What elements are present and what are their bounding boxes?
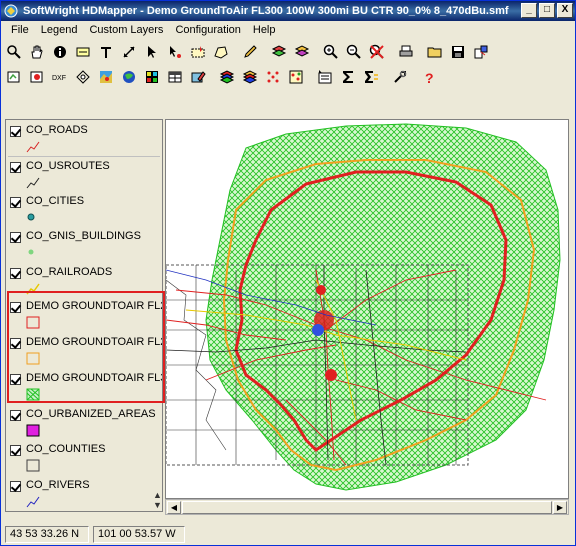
grid-icon[interactable]	[72, 66, 94, 88]
legend-layer-co-rivers[interactable]: CO_RIVERS	[6, 477, 162, 511]
image-edit-icon[interactable]	[187, 66, 209, 88]
layer-name: CO_USROUTES	[26, 160, 110, 172]
layer-stack-icon[interactable]	[216, 66, 238, 88]
toolbar-layers: DXF ?	[3, 65, 441, 89]
close-button[interactable]: X	[557, 3, 573, 18]
menu-bar: File Legend Custom Layers Configuration …	[1, 21, 575, 39]
layer-visibility-checkbox[interactable]	[10, 268, 21, 279]
pencil-icon[interactable]	[239, 41, 261, 63]
minimize-button[interactable]: _	[521, 3, 537, 18]
legend-layer-co-usroutes[interactable]: CO_USROUTES	[6, 158, 162, 194]
svg-text:DXF: DXF	[52, 75, 66, 82]
export-icon[interactable]	[470, 41, 492, 63]
label-icon[interactable]	[72, 41, 94, 63]
map-vertical-scrollbar[interactable]	[569, 119, 574, 515]
color-map-icon[interactable]	[95, 66, 117, 88]
open-folder-icon[interactable]	[424, 41, 446, 63]
river-line-icon	[26, 496, 40, 508]
zoom-icon[interactable]	[3, 41, 25, 63]
legend-layer-co-gnis-buildings[interactable]: CO_GNIS_BUILDINGS	[6, 228, 162, 264]
layers-remove-icon[interactable]	[291, 41, 313, 63]
layer-name: CO_URBANIZED_AREAS	[26, 408, 156, 420]
image-grid-icon[interactable]	[141, 66, 163, 88]
layer-list-icon[interactable]	[314, 66, 336, 88]
layer-visibility-checkbox[interactable]	[10, 232, 21, 243]
polygon-select-icon[interactable]	[210, 41, 232, 63]
gray-box-icon	[26, 459, 40, 472]
layer-name: CO_RAILROADS	[26, 266, 113, 278]
globe-icon[interactable]	[118, 66, 140, 88]
layers-add-icon[interactable]	[268, 41, 290, 63]
layer-stop-icon[interactable]	[26, 66, 48, 88]
layer-visibility-checkbox[interactable]	[10, 445, 21, 456]
print-icon[interactable]	[395, 41, 417, 63]
layer-visibility-checkbox[interactable]	[10, 197, 21, 208]
road-line-icon	[26, 141, 40, 153]
point-scatter-icon[interactable]	[285, 66, 307, 88]
layer-name: CO_ROADS	[26, 124, 88, 136]
zoom-out-icon[interactable]	[343, 41, 365, 63]
info-icon[interactable]	[49, 41, 71, 63]
layer-properties-icon[interactable]	[3, 66, 25, 88]
layer-name: CO_COUNTIES	[26, 443, 106, 455]
point-cluster-icon[interactable]	[262, 66, 284, 88]
layer-visibility-checkbox[interactable]	[10, 481, 21, 492]
layer-visibility-checkbox[interactable]	[10, 126, 21, 137]
menu-custom-layers[interactable]: Custom Layers	[83, 22, 169, 38]
map-view[interactable]	[165, 119, 569, 499]
status-bar: 43 53 33.26 N 101 00 53.57 W	[1, 523, 575, 545]
legend-layer-co-cities[interactable]: CO_CITIES	[6, 193, 162, 229]
scroll-right-arrow[interactable]: ▶	[553, 501, 567, 514]
area-select-icon[interactable]	[187, 41, 209, 63]
menu-legend[interactable]: Legend	[35, 22, 84, 38]
layer-stack2-icon[interactable]	[239, 66, 261, 88]
fl-layers-highlight	[7, 291, 165, 403]
layer-name: CO_CITIES	[26, 195, 85, 207]
hand-pan-icon[interactable]	[26, 41, 48, 63]
app-icon	[4, 4, 18, 18]
building-dot-icon	[28, 249, 34, 255]
app-window: SoftWright HDMapper - Demo GroundToAir F…	[0, 0, 576, 546]
sum-icon[interactable]	[337, 66, 359, 88]
help-icon[interactable]: ?	[418, 66, 440, 88]
text-icon[interactable]	[95, 41, 117, 63]
legend-scroll-arrows[interactable]: ▲ ▼	[153, 490, 162, 510]
title-bar[interactable]: SoftWright HDMapper - Demo GroundToAir F…	[1, 1, 575, 21]
settings-icon[interactable]	[389, 66, 411, 88]
layer-name: CO_RIVERS	[26, 479, 90, 491]
legend-layer-co-roads[interactable]: CO_ROADS	[6, 122, 162, 158]
layer-visibility-checkbox[interactable]	[10, 410, 21, 421]
layer-visibility-checkbox[interactable]	[10, 162, 21, 173]
table-icon[interactable]	[164, 66, 186, 88]
zoom-clear-icon[interactable]	[366, 41, 388, 63]
maximize-button[interactable]: □	[539, 3, 555, 18]
dxf-icon[interactable]: DXF	[49, 66, 71, 88]
select-arrow-icon[interactable]	[141, 41, 163, 63]
save-icon[interactable]	[447, 41, 469, 63]
scroll-left-arrow[interactable]: ◀	[167, 501, 181, 514]
menu-file[interactable]: File	[5, 22, 35, 38]
coverage-map[interactable]	[166, 120, 569, 499]
layer-name: CO_GNIS_BUILDINGS	[26, 230, 141, 242]
route-line-icon	[26, 177, 40, 189]
legend-layer-co-urbanized-areas[interactable]: CO_URBANIZED_AREAS	[6, 406, 162, 442]
sum-list-icon[interactable]	[360, 66, 382, 88]
point-select-icon[interactable]	[164, 41, 186, 63]
menu-help[interactable]: Help	[247, 22, 282, 38]
zoom-in-icon[interactable]	[320, 41, 342, 63]
menu-configuration[interactable]: Configuration	[169, 22, 246, 38]
legend-layer-co-counties[interactable]: CO_COUNTIES	[6, 441, 162, 477]
map-horizontal-scrollbar[interactable]: ◀ ▶	[165, 499, 569, 515]
scroll-thumb[interactable]	[182, 501, 552, 514]
city-dot-icon	[27, 213, 35, 221]
magenta-box-icon	[26, 424, 40, 437]
status-latitude: 43 53 33.26 N	[5, 525, 89, 543]
resize-icon[interactable]	[118, 41, 140, 63]
toolbar-main	[3, 40, 493, 64]
status-longitude: 101 00 53.57 W	[93, 525, 185, 543]
svg-text:?: ?	[425, 70, 434, 85]
window-title: SoftWright HDMapper - Demo GroundToAir F…	[23, 5, 509, 17]
